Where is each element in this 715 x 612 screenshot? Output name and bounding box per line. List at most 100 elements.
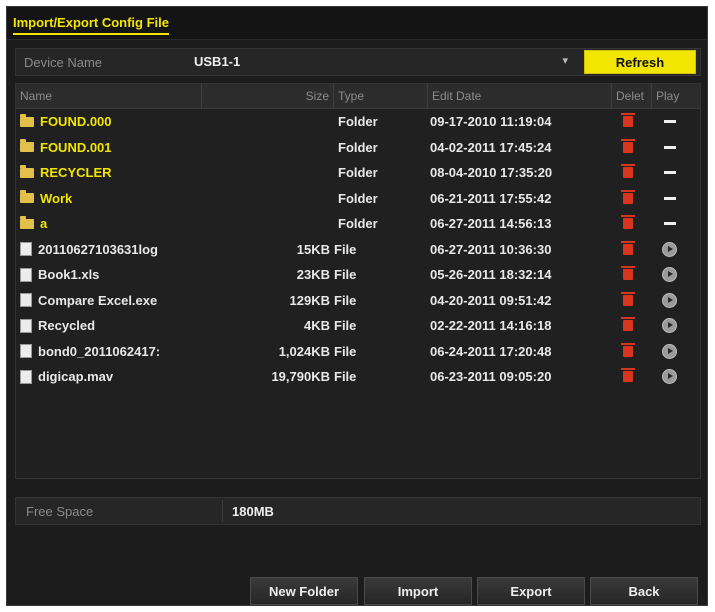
play-button[interactable] — [656, 364, 686, 389]
delete-button[interactable] — [616, 186, 642, 211]
dash-icon — [664, 120, 676, 123]
delete-button[interactable] — [616, 262, 642, 287]
delete-button[interactable] — [616, 364, 642, 389]
file-name[interactable]: RECYCLER — [20, 160, 200, 185]
file-size: 129KB — [289, 292, 330, 308]
table-row[interactable]: bond0_2011062417: 1,024KB File 06-24-2011 1… — [16, 339, 700, 365]
new-folder-button[interactable]: New Folder — [250, 577, 358, 605]
file-size — [202, 211, 330, 236]
trash-icon — [621, 266, 635, 280]
table-row[interactable]: a Folder 06-27-2011 14:56:13 — [16, 211, 700, 237]
table-row[interactable]: FOUND.000 Folder 09-17-2010 11:19:04 — [16, 109, 700, 135]
file-name[interactable]: Compare Excel.exe — [20, 288, 200, 313]
free-space-row: Free Space 180MB — [15, 497, 701, 525]
file-name[interactable]: digicap.mav — [20, 364, 200, 389]
file-size — [202, 186, 330, 211]
play-button[interactable] — [656, 313, 686, 338]
file-icon — [20, 369, 32, 384]
device-select-value: USB1-1 — [194, 54, 241, 69]
title-bar: Import/Export Config File — [7, 7, 707, 40]
table-row[interactable]: Recycled 4KB File 02-22-2011 14:16:18 — [16, 313, 700, 339]
table-row[interactable]: Work Folder 06-21-2011 17:55:42 — [16, 186, 700, 212]
play-button — [656, 186, 686, 211]
play-icon — [662, 343, 677, 359]
header-type[interactable]: Type — [334, 84, 428, 108]
file-name[interactable]: Recycled — [20, 313, 200, 338]
header-name[interactable]: Name — [16, 84, 202, 108]
file-name[interactable]: Work — [20, 186, 200, 211]
file-icon — [20, 344, 32, 359]
dash-icon — [664, 145, 676, 149]
folder-icon — [20, 215, 34, 229]
file-name-text: Book1.xls — [38, 267, 100, 282]
file-icon — [20, 293, 32, 308]
header-edit-date[interactable]: Edit Date — [428, 84, 612, 108]
file-size — [202, 135, 330, 160]
file-type: File — [334, 369, 357, 384]
file-name[interactable]: bond0_2011062417: — [20, 339, 200, 364]
delete-button[interactable] — [616, 160, 642, 185]
file-name[interactable]: FOUND.000 — [20, 109, 200, 134]
play-button — [656, 109, 686, 134]
file-edit-date: 06-27-2011 10:36:30 — [430, 241, 552, 257]
file-name-text: bond0_2011062417: — [38, 343, 161, 359]
header-size[interactable]: Size — [202, 84, 334, 108]
play-button[interactable] — [656, 262, 686, 287]
folder-icon — [20, 139, 34, 153]
file-type: Folder — [338, 190, 378, 206]
file-size: 15KB — [296, 241, 330, 257]
file-name-text: FOUND.001 — [40, 139, 112, 155]
file-type: Folder — [338, 139, 378, 155]
tab-import-export-config[interactable]: Import/Export Config File — [13, 15, 169, 35]
refresh-button[interactable]: Refresh — [584, 50, 696, 74]
play-icon — [662, 369, 677, 384]
device-select[interactable]: USB1-1 ▾ — [184, 51, 576, 73]
trash-icon — [621, 368, 635, 382]
import-button[interactable]: Import — [364, 577, 472, 605]
table-row[interactable]: FOUND.001 Folder 04-02-2011 17:45:24 — [16, 135, 700, 161]
file-type: File — [334, 241, 357, 257]
play-button[interactable] — [656, 288, 686, 313]
delete-button[interactable] — [616, 109, 642, 134]
file-name[interactable]: FOUND.001 — [20, 135, 200, 160]
export-button[interactable]: Export — [477, 577, 585, 605]
play-button[interactable] — [656, 237, 686, 262]
delete-button[interactable] — [616, 237, 642, 262]
file-name[interactable]: Book1.xls — [20, 262, 200, 287]
file-type: File — [334, 318, 357, 333]
table-row[interactable]: Book1.xls 23KB File 05-26-2011 18:32:14 — [16, 262, 700, 288]
delete-button[interactable] — [616, 135, 642, 160]
delete-button[interactable] — [616, 339, 642, 364]
free-space-divider — [222, 500, 223, 522]
file-type: Folder — [338, 216, 378, 231]
file-icon — [20, 318, 32, 333]
file-name[interactable]: a — [20, 211, 200, 236]
file-name-text: digicap.mav — [38, 369, 114, 384]
table-row[interactable]: Compare Excel.exe 129KB File 04-20-2011 09:… — [16, 288, 700, 314]
free-space-label: Free Space — [26, 504, 94, 519]
trash-icon — [621, 317, 635, 331]
file-list-panel: Name Size Type Edit Date Delet Play FOUN… — [15, 83, 701, 479]
file-name-text: Recycled — [38, 318, 96, 333]
chevron-down-icon: ▾ — [562, 55, 568, 67]
play-button[interactable] — [656, 339, 686, 364]
file-name-text: Compare Excel.exe — [38, 292, 158, 308]
trash-icon — [621, 291, 635, 306]
back-button[interactable]: Back — [590, 577, 698, 605]
delete-button[interactable] — [616, 211, 642, 236]
file-type: File — [334, 267, 357, 282]
table-row[interactable]: digicap.mav 19,790KB File 06-23-2011 09:05:… — [16, 364, 700, 390]
file-name[interactable]: 20110627103631log — [20, 237, 200, 262]
file-edit-date: 08-04-2010 17:35:20 — [430, 165, 553, 180]
header-play: Play — [656, 89, 680, 103]
table-row[interactable]: 20110627103631log 15KB File 06-27-2011 10:3… — [16, 237, 700, 263]
table-row[interactable]: RECYCLER Folder 08-04-2010 17:35:20 — [16, 160, 700, 186]
file-size: 1,024KB — [278, 343, 330, 359]
file-edit-date: 09-17-2010 11:19:04 — [430, 114, 552, 129]
free-space-value: 180MB — [232, 504, 274, 519]
play-button — [656, 160, 686, 185]
file-name-text: FOUND.000 — [40, 114, 112, 129]
delete-button[interactable] — [616, 313, 642, 338]
delete-button[interactable] — [616, 288, 642, 313]
file-edit-date: 06-24-2011 17:20:48 — [430, 343, 552, 359]
